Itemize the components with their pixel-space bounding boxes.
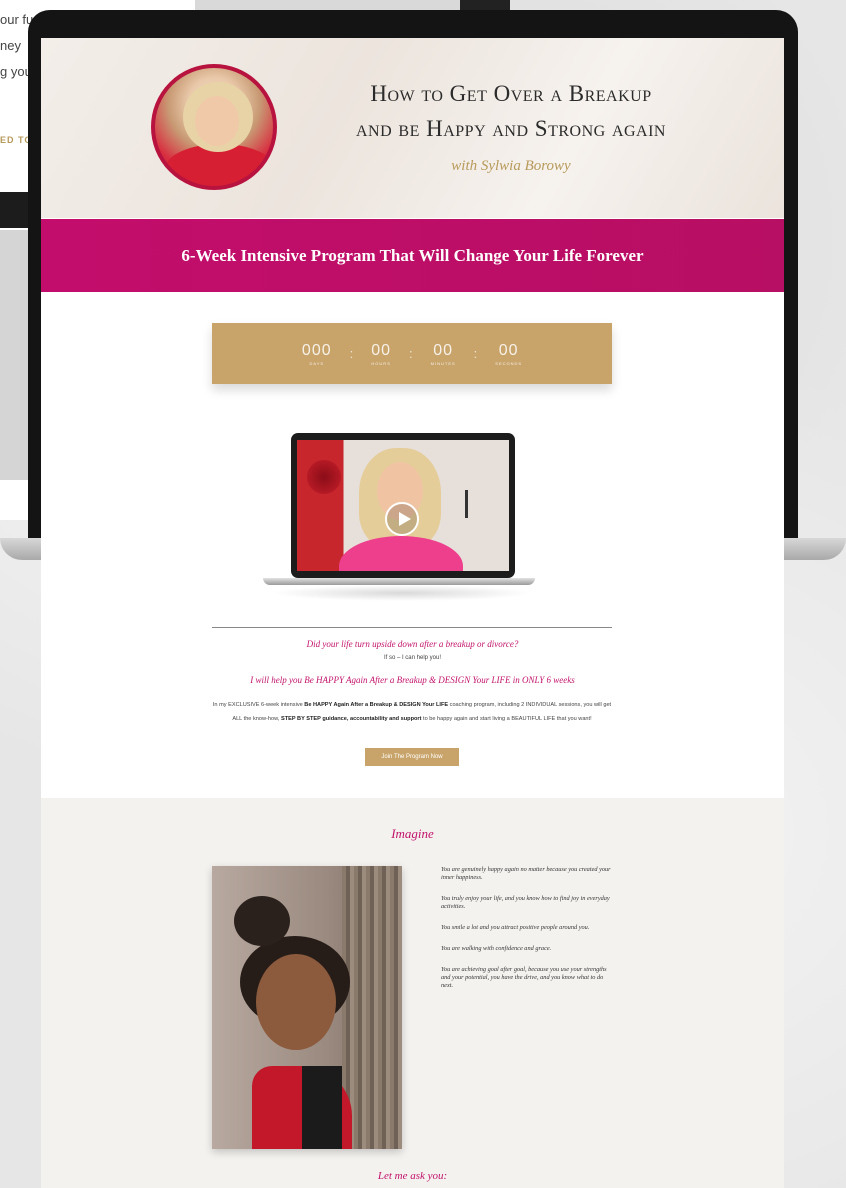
program-banner: 6-Week Intensive Program That Will Chang…	[41, 219, 784, 292]
list-item: You are walking with confidence and grac…	[441, 945, 552, 952]
landing-page: How to Get Over a Breakup and be Happy a…	[41, 38, 784, 1188]
hero-section: How to Get Over a Breakup and be Happy a…	[41, 38, 784, 218]
list-item: You smile a lot and you attract positive…	[441, 924, 590, 931]
coach-portrait	[151, 64, 277, 190]
top-strip-dark	[460, 0, 510, 10]
background-dark-bar	[0, 192, 30, 228]
countdown-minutes: 00 MINUTES	[430, 341, 456, 366]
imagine-section: Imagine You are genuinely happy again no…	[41, 798, 784, 1188]
video-laptop-frame	[291, 433, 515, 578]
list-item: You are achieving goal after goal, becau…	[441, 966, 607, 989]
smiling-woman-photo	[212, 866, 402, 1149]
intro-answer: If so – I can help you!	[383, 655, 442, 661]
divider	[212, 627, 612, 628]
video-laptop-base	[263, 578, 535, 585]
ask-title: Let me ask you:	[377, 1170, 448, 1182]
page-subtitle: with Sylwia Borowy	[451, 158, 571, 174]
intro-question: Did your life turn upside down after a b…	[306, 639, 519, 649]
list-item: You are genuinely happy again no matter …	[441, 866, 611, 881]
join-program-button[interactable]: Join The Program Now	[365, 748, 459, 766]
countdown-hours: 00 HOURS	[371, 341, 392, 366]
list-item: You truly enjoy your life, and you know …	[441, 895, 610, 910]
imagine-list: You are genuinely happy again no matter …	[441, 866, 616, 1003]
countdown-days: 000 DAYS	[301, 341, 332, 366]
background-gray-panel	[0, 230, 30, 480]
page-title: How to Get Over a Breakup and be Happy a…	[311, 76, 711, 146]
intro-promise: I will help you Be HAPPY Again After a B…	[250, 675, 575, 685]
intro-video[interactable]	[297, 440, 509, 571]
background-text-line: ney	[0, 38, 21, 53]
play-icon[interactable]	[385, 502, 419, 536]
countdown-seconds: 00 SECONDS	[495, 341, 523, 366]
countdown-timer: 000 DAYS : 00 HOURS : 00 MINUTES : 00 SE…	[212, 323, 612, 384]
imagine-title: Imagine	[391, 826, 434, 841]
page-title-line-2: and be Happy and Strong again	[356, 116, 666, 141]
intro-paragraph: In my EXCLUSIVE 6-week intensive Be HAPP…	[212, 702, 612, 722]
page-title-line-1: How to Get Over a Breakup	[370, 81, 652, 106]
